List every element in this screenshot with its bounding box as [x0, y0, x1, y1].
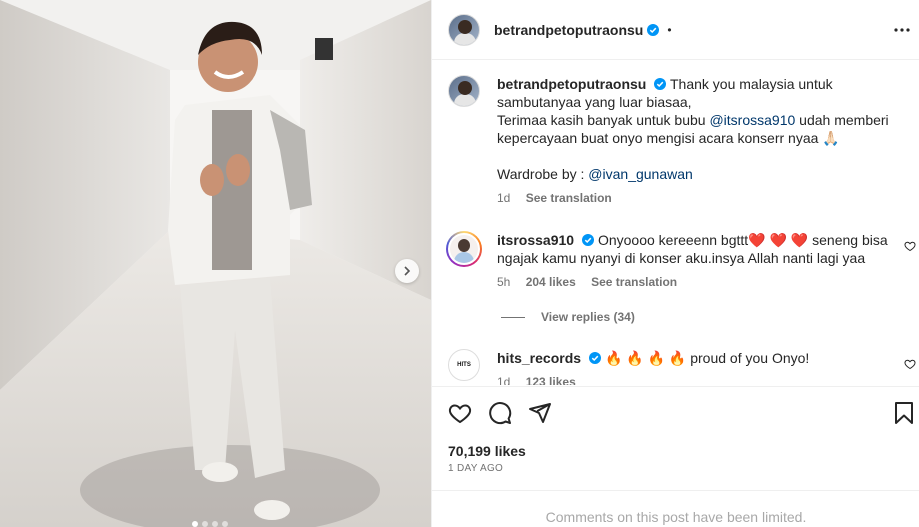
comment-likes[interactable]: 123 likes: [526, 375, 576, 385]
caption-username[interactable]: betrandpetoputraonsu: [497, 76, 646, 92]
comment-text: itsrossa910 Onyoooo kereeenn bgttt❤️ ❤️ …: [497, 231, 897, 267]
replies-divider-line: [501, 316, 525, 318]
comment: itsrossa910 Onyoooo kereeenn bgttt❤️ ❤️ …: [446, 231, 897, 289]
comment: HITS hits_records 🔥 🔥 🔥 🔥 proud of you O…: [448, 349, 907, 385]
view-replies-label: View replies (34): [541, 310, 635, 324]
commenter-username[interactable]: itsrossa910: [497, 232, 574, 248]
like-comment-heart-icon[interactable]: [904, 358, 916, 370]
author-avatar[interactable]: [448, 13, 480, 46]
share-send-icon[interactable]: [528, 401, 552, 425]
like-heart-icon[interactable]: [448, 401, 472, 425]
see-translation-link[interactable]: See translation: [526, 191, 612, 205]
post-header: betrandpetoputraonsu •: [432, 0, 919, 60]
post-side-panel: betrandpetoputraonsu • betrandpetoputrao…: [431, 0, 919, 527]
save-bookmark-icon[interactable]: [894, 401, 914, 425]
comment-bubble-icon[interactable]: [488, 401, 512, 425]
comments-list[interactable]: betrandpetoputraonsu Thank you malaysia …: [432, 61, 919, 385]
author-avatar[interactable]: [448, 75, 480, 107]
comment-body: 🔥 🔥 🔥 🔥 proud of you Onyo!: [604, 350, 810, 366]
comment-time[interactable]: 5h: [497, 275, 510, 289]
comments-limited-notice: Comments on this post have been limited.: [432, 490, 919, 527]
carousel-dot: [212, 521, 218, 527]
verified-badge-icon: [647, 23, 660, 36]
header-separator: •: [667, 22, 672, 37]
comment-text: hits_records 🔥 🔥 🔥 🔥 proud of you Onyo!: [497, 349, 907, 367]
caption-text: betrandpetoputraonsu Thank you malaysia …: [497, 75, 907, 183]
view-replies-button[interactable]: View replies (34): [501, 310, 635, 324]
instagram-post-modal: betrandpetoputraonsu • betrandpetoputrao…: [0, 0, 919, 527]
comment-meta: 5h 204 likes See translation: [497, 275, 897, 289]
comment-meta: 1d 123 likes: [497, 375, 907, 385]
carousel-dot: [202, 521, 208, 527]
carousel-dot: [222, 521, 228, 527]
caption-meta: 1d See translation: [497, 191, 907, 205]
verified-badge-icon: [589, 352, 602, 364]
commenter-username[interactable]: hits_records: [497, 350, 581, 366]
like-comment-heart-icon[interactable]: [904, 240, 916, 252]
caption: betrandpetoputraonsu Thank you malaysia …: [448, 75, 907, 205]
post-photo[interactable]: [0, 0, 431, 527]
comment-likes[interactable]: 204 likes: [526, 275, 576, 289]
photo-scene: [0, 0, 431, 527]
caption-line-2-pre: Terimaa kasih banyak untuk bubu: [497, 112, 706, 128]
commenter-avatar: [448, 233, 480, 265]
author-username[interactable]: betrandpetoputraonsu: [494, 22, 643, 38]
commenter-avatar[interactable]: HITS: [448, 349, 480, 381]
mention-link[interactable]: @ivan_gunawan: [588, 166, 693, 182]
comment-time[interactable]: 1d: [497, 375, 510, 385]
likes-count[interactable]: 70,199 likes: [448, 443, 526, 459]
caption-time[interactable]: 1d: [497, 191, 510, 205]
mention-link[interactable]: @itsrossa910: [709, 112, 795, 128]
action-bar: 70,199 likes 1 DAY AGO: [432, 386, 919, 490]
chevron-right-icon: [404, 266, 411, 276]
carousel-dots: [192, 521, 228, 527]
post-timestamp[interactable]: 1 DAY AGO: [448, 463, 503, 474]
next-photo-button[interactable]: [395, 259, 419, 283]
more-options-icon[interactable]: [894, 22, 910, 38]
see-translation-link[interactable]: See translation: [591, 275, 677, 289]
verified-badge-icon: [654, 78, 667, 90]
carousel-dot: [192, 521, 198, 527]
wardrobe-label: Wardrobe by :: [497, 166, 585, 182]
verified-badge-icon: [582, 234, 595, 246]
story-ring-avatar[interactable]: [446, 231, 482, 267]
